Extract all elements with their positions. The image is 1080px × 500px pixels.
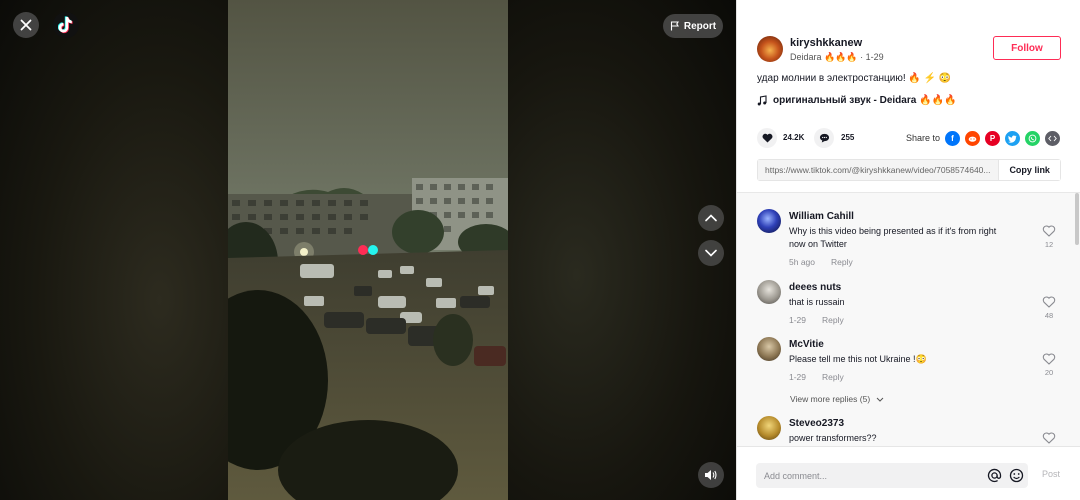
author-nickname-date: Deidara 🔥🔥🔥 · 1-29	[790, 52, 884, 62]
comment-username[interactable]: McVitie	[789, 339, 824, 350]
comment-like-count: 20	[1044, 368, 1054, 377]
comment-like-heart-icon[interactable]	[1042, 431, 1056, 445]
comment-time: 5h ago	[789, 257, 815, 267]
pinterest-share-icon[interactable]: P	[985, 131, 1000, 146]
mention-icon[interactable]	[987, 468, 1002, 483]
video-detail-page: Report kiryshkkanew Deidara 🔥🔥🔥 · 1-29 F…	[0, 0, 1080, 500]
comment-avatar[interactable]	[757, 280, 781, 304]
share-link-url[interactable]: https://www.tiktok.com/@kiryshkkanew/vid…	[758, 160, 999, 180]
comment-text: that is russain	[789, 297, 845, 307]
comment-input[interactable]	[764, 467, 974, 484]
comment-time: 1-29	[789, 372, 807, 382]
whatsapp-share-icon[interactable]	[1025, 131, 1040, 146]
next-video-button[interactable]	[698, 240, 724, 266]
comment-like-count: 48	[1044, 311, 1054, 320]
comment-username[interactable]: deees nuts	[789, 282, 841, 293]
comment-avatar[interactable]	[757, 209, 781, 233]
twitter-share-icon[interactable]	[1005, 131, 1020, 146]
comment-button[interactable]	[814, 128, 834, 148]
share-link-box: https://www.tiktok.com/@kiryshkkanew/vid…	[757, 159, 1061, 181]
emoji-icon[interactable]	[1009, 468, 1024, 483]
author-avatar[interactable]	[757, 36, 783, 62]
embed-share-icon[interactable]	[1045, 131, 1060, 146]
comment-avatar[interactable]	[757, 337, 781, 361]
comment-like-heart-icon[interactable]	[1042, 224, 1056, 238]
twitter-bird-icon	[1008, 135, 1017, 143]
mute-button[interactable]	[698, 462, 724, 488]
tiktok-logo-icon	[58, 16, 73, 34]
comment-username[interactable]: Steveo2373	[789, 418, 844, 429]
report-button[interactable]: Report	[663, 14, 723, 38]
music-note-icon	[757, 95, 767, 106]
loading-indicator	[358, 245, 380, 255]
previous-video-button[interactable]	[698, 205, 724, 231]
share-label: Share to	[906, 133, 941, 143]
comment-time: 1-29	[789, 315, 807, 325]
reddit-alien-icon	[968, 136, 977, 142]
comment-like-heart-icon[interactable]	[1042, 352, 1056, 366]
comment-avatar[interactable]	[757, 416, 781, 440]
engagement-bar: 24.2K 255 Share to f P	[757, 128, 1061, 148]
copy-link-button[interactable]: Copy link	[998, 160, 1060, 180]
video-player-area[interactable]: Report	[0, 0, 736, 500]
like-button[interactable]	[757, 128, 777, 148]
comment-icon	[819, 133, 829, 143]
flag-icon	[670, 21, 679, 31]
comment-input-wrapper	[756, 463, 1028, 488]
view-more-replies-label: View more replies (5)	[790, 394, 871, 404]
author-username[interactable]: kiryshkkanew	[790, 37, 862, 49]
code-icon	[1048, 135, 1057, 142]
close-button[interactable]	[13, 12, 39, 38]
comment-like-count: 12	[1044, 240, 1054, 249]
comment-composer: Post	[737, 446, 1080, 500]
facebook-share-icon[interactable]: f	[945, 131, 960, 146]
comment-text: power transformers??	[789, 433, 877, 443]
follow-button[interactable]: Follow	[993, 36, 1061, 60]
tiktok-logo[interactable]	[53, 12, 79, 38]
report-label: Report	[683, 20, 717, 32]
comment-item: Steveo2373 power transformers??	[757, 416, 1061, 446]
video-description: удар молнии в электростанцию! 🔥 ⚡ 😳	[757, 73, 952, 84]
comment-text: Please tell me this not Ukraine !😳	[789, 354, 927, 364]
comment-meta: 5h ago Reply	[789, 257, 869, 267]
comment-item: deees nuts that is russain 1-29 Reply 48	[757, 280, 1061, 330]
volume-icon	[705, 470, 717, 480]
heart-icon	[762, 133, 772, 143]
whatsapp-phone-icon	[1028, 134, 1037, 143]
reply-button[interactable]: Reply	[831, 257, 853, 267]
reply-button[interactable]: Reply	[822, 372, 844, 382]
loader-dot-cyan	[368, 245, 378, 255]
blurred-backdrop-left	[0, 0, 228, 500]
chevron-down-icon	[876, 397, 883, 402]
comment-count: 255	[841, 133, 855, 142]
comment-scrollbar[interactable]	[1075, 193, 1079, 245]
chevron-down-icon	[705, 249, 717, 257]
view-more-replies-link[interactable]: View more replies (5)	[790, 394, 884, 404]
music-link[interactable]: оригинальный звук - Deidara 🔥🔥🔥	[757, 95, 956, 106]
music-title: оригинальный звук - Deidara 🔥🔥🔥	[773, 95, 957, 106]
comment-username[interactable]: William Cahill	[789, 211, 854, 222]
reply-button[interactable]: Reply	[822, 315, 844, 325]
comment-meta: 1-29 Reply	[789, 315, 860, 325]
author-info: kiryshkkanew Deidara 🔥🔥🔥 · 1-29 Follow	[757, 36, 1061, 66]
post-button[interactable]: Post	[1042, 469, 1060, 479]
comment-like-heart-icon[interactable]	[1042, 295, 1056, 309]
comment-list[interactable]: William Cahill Why is this video being p…	[737, 192, 1080, 446]
comment-text: Why is this video being presented as if …	[789, 226, 997, 249]
reddit-share-icon[interactable]	[965, 131, 980, 146]
comment-item: William Cahill Why is this video being p…	[757, 209, 1061, 269]
comment-meta: 1-29 Reply	[789, 372, 860, 382]
like-count: 24.2K	[783, 133, 805, 142]
chevron-up-icon	[705, 214, 717, 222]
loader-dot-red	[358, 245, 368, 255]
close-icon	[20, 19, 32, 31]
details-panel: kiryshkkanew Deidara 🔥🔥🔥 · 1-29 Follow у…	[736, 0, 1080, 500]
